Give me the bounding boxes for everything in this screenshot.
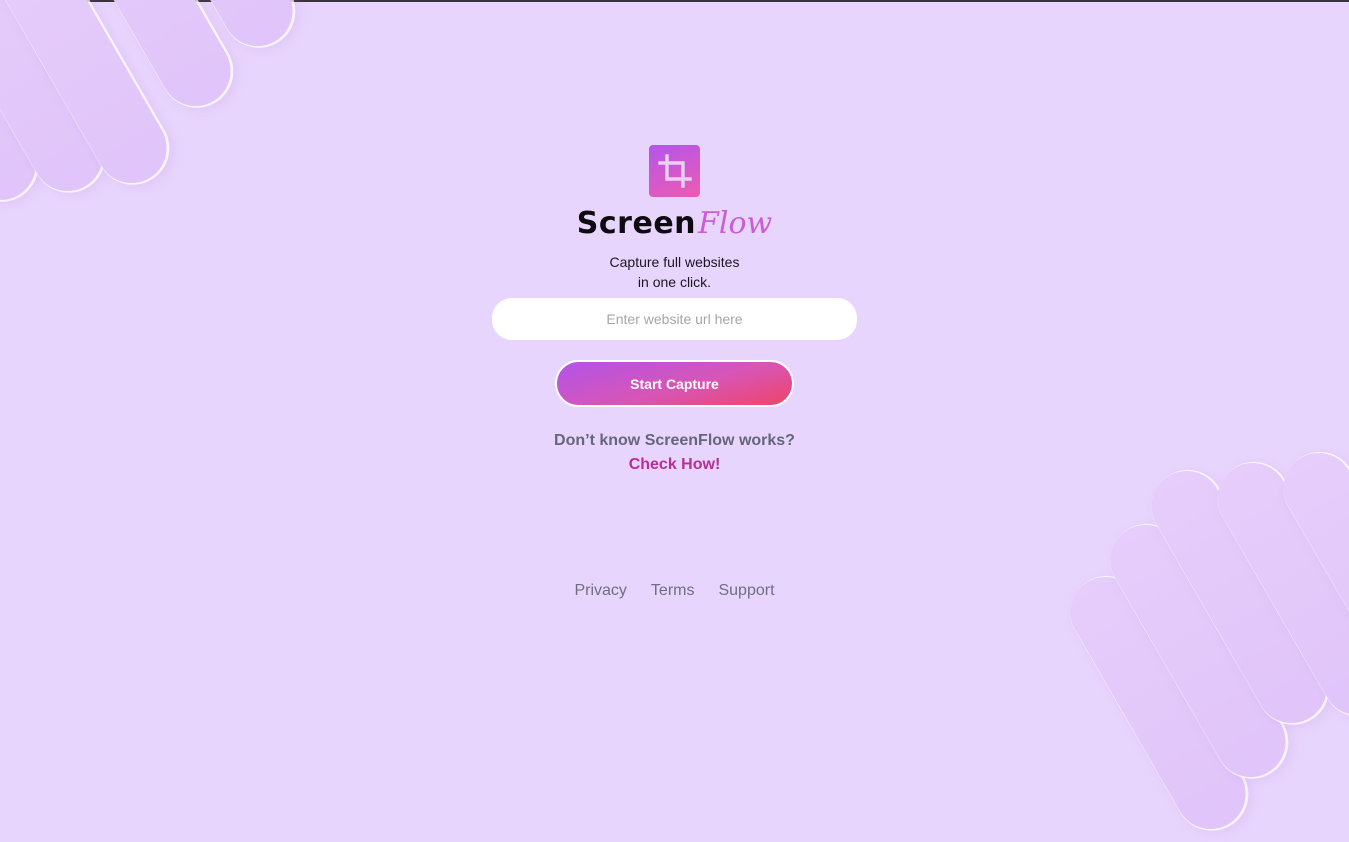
start-capture-button[interactable]: Start Capture [555, 360, 794, 407]
crop-icon [657, 154, 692, 188]
brand-name-screen: Screen [576, 206, 697, 241]
main-content: Screen Flow Capture full websites in one… [0, 145, 1349, 477]
website-url-input[interactable] [492, 298, 857, 340]
tagline-line-2: in one click. [637, 274, 712, 290]
footer-link-privacy[interactable]: Privacy [574, 582, 626, 600]
app-logo [649, 145, 700, 197]
brand-name-flow: Flow [698, 206, 773, 241]
footer-link-terms[interactable]: Terms [651, 582, 695, 600]
help-question: Don’t know ScreenFlow works? [554, 432, 795, 449]
footer-nav: Privacy Terms Support [0, 582, 1349, 600]
brand-wordmark: Screen Flow [577, 207, 772, 241]
check-how-link[interactable]: Check How! [629, 453, 721, 477]
footer-link-support[interactable]: Support [718, 582, 774, 600]
tagline-line-1: Capture full websites [609, 254, 740, 270]
tagline: Capture full websites in one click. [610, 252, 740, 292]
